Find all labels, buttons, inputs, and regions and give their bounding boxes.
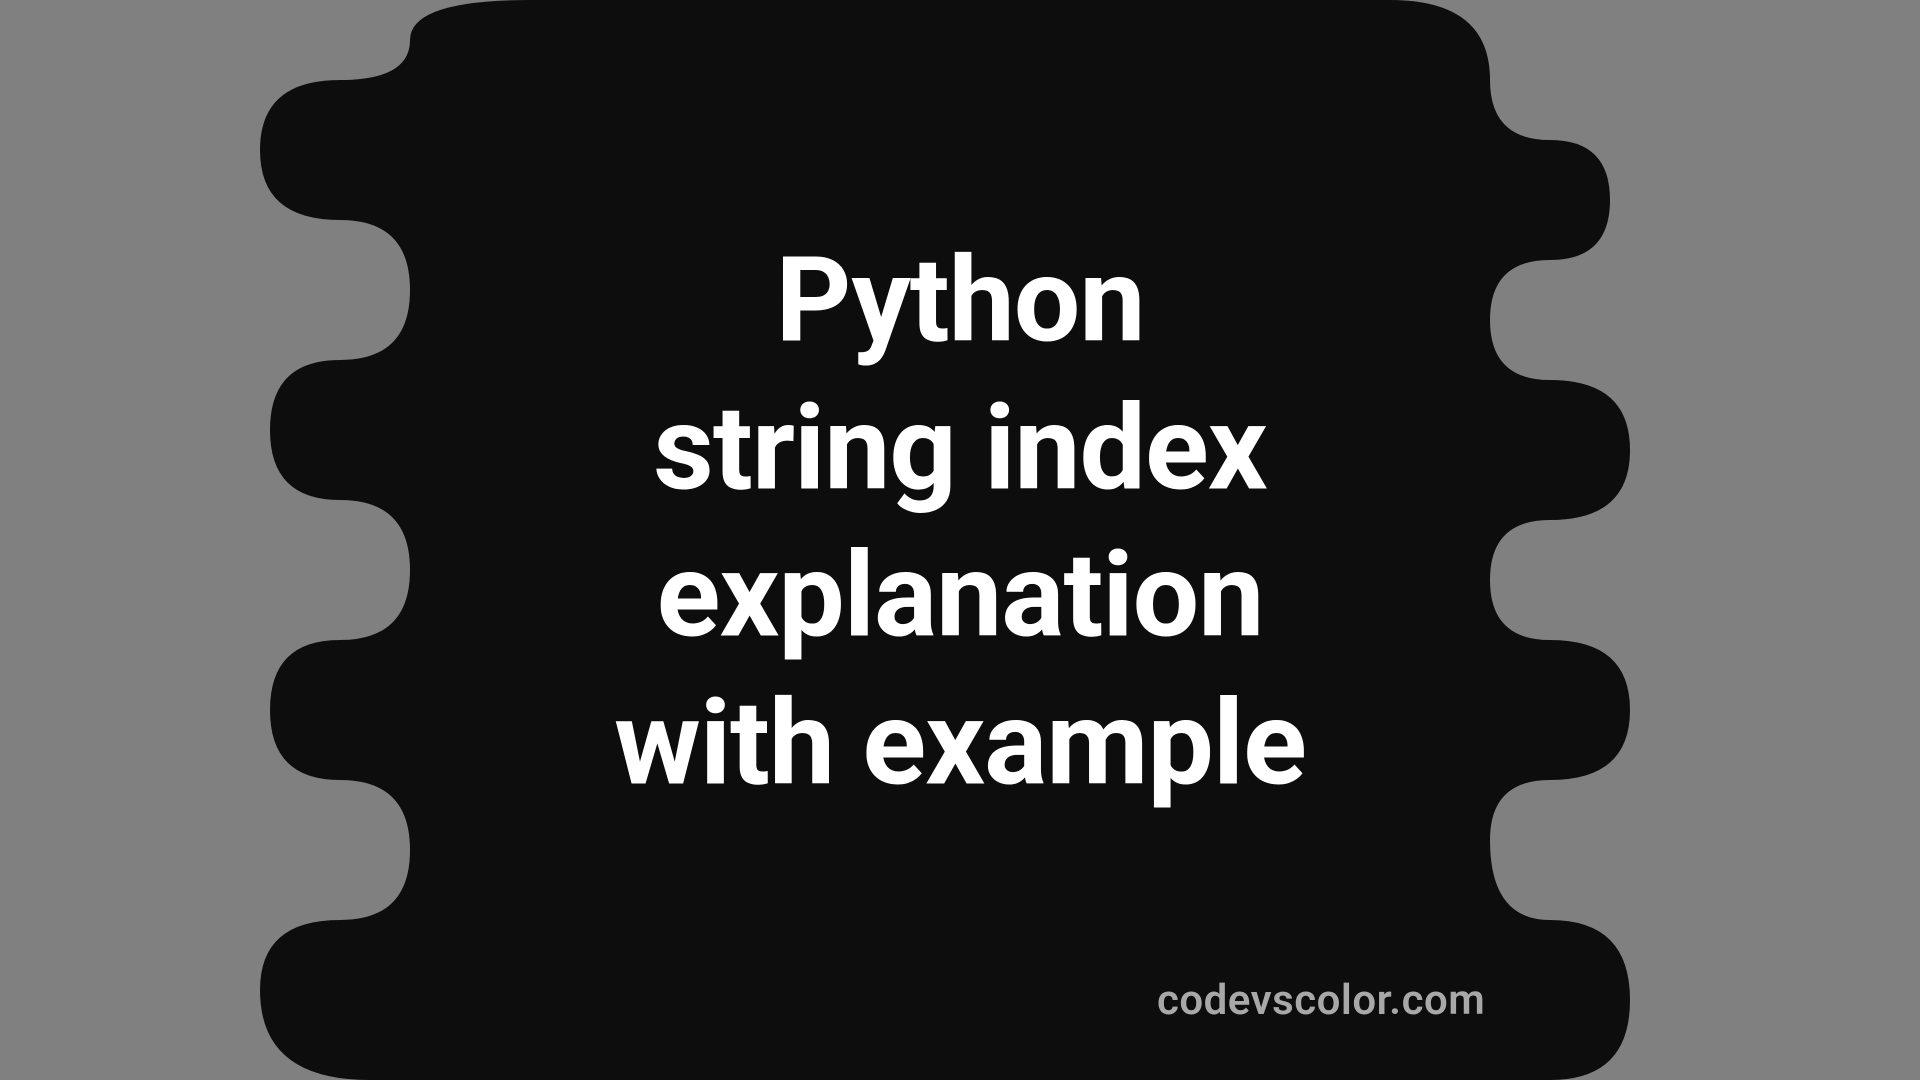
title-line-2: string index [0,375,1920,523]
title-line-3: explanation [0,522,1920,670]
title-line-4: with example [0,670,1920,818]
banner-stage: Python string index explanation with exa… [0,0,1920,1080]
watermark-text: codevscolor.com [1157,976,1485,1025]
title-line-1: Python [0,227,1920,375]
title-block: Python string index explanation with exa… [0,227,1920,817]
